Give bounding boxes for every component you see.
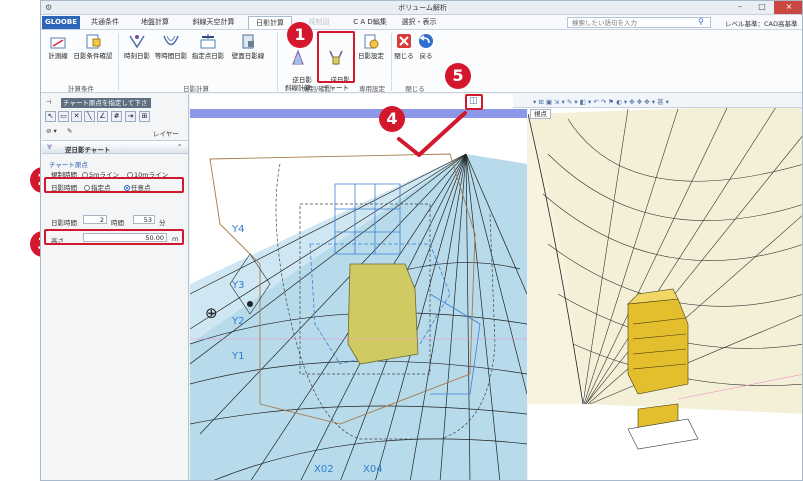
section-chart-origin: チャート原点 <box>49 161 88 169</box>
shadow-hours-label: 日影時間 <box>51 219 77 227</box>
level-base-label: レベル基準：CAD高基準 <box>725 20 798 28</box>
compass-icon: ⊕ <box>205 304 218 322</box>
ribbon-group-settings: 専用設定 <box>359 85 385 93</box>
search-icon[interactable]: ⚲ <box>698 17 704 26</box>
view-split-icon[interactable]: ◫ <box>469 96 478 106</box>
app-window: ⚙ ボリューム解析 – □ × GLOOBE 共通条件 地盤計算 斜線天空計算 … <box>40 0 803 481</box>
time-shadow-icon <box>129 35 145 49</box>
snap-tool-icon[interactable]: ⊞ <box>139 111 150 122</box>
equal-time-shadow-icon <box>163 35 179 46</box>
point-shadow-icon <box>200 34 216 49</box>
equal-time-shadow-button[interactable]: 等時間日影 <box>153 33 189 60</box>
point-shadow-button[interactable]: 指定点日影 <box>189 33 227 60</box>
title-bar: ⚙ ボリューム解析 – □ × <box>41 1 802 15</box>
equal-time-shadow-label: 等時間日影 <box>154 52 188 60</box>
ribbon-group-shadow-calc: 日影計算 <box>183 85 209 93</box>
close-window-button[interactable]: × <box>774 1 802 14</box>
calc-line-button[interactable]: 計測線 <box>44 33 72 60</box>
search-input[interactable]: 検索したい語句を入力 <box>567 17 711 28</box>
plan-view[interactable]: Y4 Y3 Y2 Y1 X02 X04 ⊕ <box>190 94 527 480</box>
shadow-setting-button[interactable]: 日影設定 <box>355 33 387 60</box>
close-label: 閉じる <box>394 52 414 60</box>
close-button[interactable]: 閉じる <box>393 33 415 60</box>
collapse-chevron-icon[interactable]: ⌃ <box>177 143 182 151</box>
hours-input[interactable]: 2 <box>83 215 107 224</box>
wall-shadow-button[interactable]: 壁面日影線 <box>227 33 269 60</box>
tab-common[interactable]: 共通条件 <box>85 16 125 29</box>
line-tool-icon[interactable]: ╲ <box>84 111 95 122</box>
back-button[interactable]: 戻る <box>415 33 437 60</box>
reverse-slant-icon <box>292 49 304 65</box>
viewpoint-tab[interactable]: 視点 <box>530 109 551 119</box>
minutes-unit: 分 <box>159 219 166 227</box>
command-title: 逆日影チャート <box>65 146 111 154</box>
step-marker-5: 5 <box>445 63 471 89</box>
back-label: 戻る <box>419 52 433 60</box>
pen-icon[interactable]: ✎ <box>67 127 72 135</box>
layer-button[interactable]: レイヤー <box>153 128 179 138</box>
window-title: ボリューム解析 <box>398 4 447 12</box>
highlight-shadow-time <box>44 177 184 193</box>
panel-collapse-icon[interactable]: ⊣ <box>46 98 52 106</box>
ribbon-separator <box>277 33 278 91</box>
view-toolbar: ▾ ⊞ ▣ ⇲ ▾ ✎ ▾ ◧ ▾ ↶ ↷ ⚑ ◐ ▾ ✥ ✥ ✥ ▾ 甚 ▾ <box>513 94 802 108</box>
hours-unit: 時間 <box>111 219 124 227</box>
rect-tool-icon[interactable]: ▭ <box>58 111 69 122</box>
shadow-condition-icon <box>86 34 101 49</box>
time-shadow-button[interactable]: 時刻日影 <box>121 33 153 60</box>
cross-tool-icon[interactable]: ✕ <box>71 111 82 122</box>
back-arrow-icon <box>419 34 433 48</box>
command-panel-header <box>42 140 188 154</box>
maximize-button[interactable]: □ <box>751 1 773 14</box>
minimize-button[interactable]: – <box>729 1 751 14</box>
wall-shadow-label: 壁面日影線 <box>231 52 265 60</box>
tab-ground[interactable]: 地盤計算 <box>133 16 177 29</box>
highlight-reverse-chart <box>317 31 355 83</box>
checkmark-pointer <box>397 111 467 157</box>
calc-line-label: 計測線 <box>48 52 68 60</box>
eraser-icon[interactable]: ⊘ ▾ <box>46 127 57 135</box>
tab-select-view[interactable]: 選択・表示 <box>396 16 442 29</box>
tab-shadow-calc[interactable]: 日影計算 <box>248 16 292 29</box>
tab-cad-edit[interactable]: C A D編集 <box>347 16 393 29</box>
select-tool-icon[interactable]: ↖ <box>45 111 56 122</box>
status-prompt: チャート原点を指定して下さい。 <box>61 98 151 117</box>
polyline-tool-icon[interactable]: ∠ <box>97 111 108 122</box>
grid-label-x04: X04 <box>363 464 383 475</box>
minutes-input[interactable]: 53 <box>133 215 155 224</box>
calc-line-icon <box>50 37 66 49</box>
point-shadow-label: 指定点日影 <box>191 52 225 60</box>
perspective-view[interactable] <box>528 94 802 480</box>
ribbon-group-calc-cond: 計算条件 <box>68 85 94 93</box>
grid-label-y4: Y4 <box>232 224 245 235</box>
dimension-tool-icon[interactable]: ⇥ <box>125 111 136 122</box>
grid-label-y1: Y1 <box>232 351 245 362</box>
time-shadow-label: 時刻日影 <box>124 52 150 60</box>
ribbon-group-close: 閉じる <box>405 85 425 93</box>
view-toolbar-icons[interactable]: ▾ ⊞ ▣ ⇲ ▾ ✎ ▾ ◧ ▾ ↶ ↷ ⚑ ◐ ▾ ✥ ✥ ✥ ▾ 甚 ▾ <box>533 96 669 106</box>
grid-label-y2: Y2 <box>232 316 245 327</box>
wall-shadow-icon <box>242 34 254 49</box>
shadow-condition-label: 日影条件確認 <box>73 52 113 60</box>
shadow-condition-button[interactable]: 日影条件確認 <box>71 33 115 60</box>
plan-view-header <box>190 109 527 118</box>
grid-label-x02: X02 <box>314 464 334 475</box>
close-icon <box>397 34 411 48</box>
grid-tool-icon[interactable]: # <box>111 111 122 122</box>
shadow-setting-icon <box>364 34 379 49</box>
step-marker-1: 1 <box>287 22 313 48</box>
highlight-height <box>44 229 184 245</box>
tab-slant-sky[interactable]: 斜線天空計算 <box>186 16 241 29</box>
reverse-shadow-chart-icon: ⩔ <box>47 142 53 152</box>
ribbon-group-regulation: 規制/確認 <box>302 85 332 93</box>
tab-gloobe[interactable]: GLOOBE <box>42 16 80 29</box>
ribbon-separator <box>391 33 392 91</box>
ribbon-separator <box>118 33 119 91</box>
grid-label-y3: Y3 <box>232 280 245 291</box>
shadow-setting-label: 日影設定 <box>358 52 384 60</box>
perspective-view-drawing <box>528 103 802 450</box>
